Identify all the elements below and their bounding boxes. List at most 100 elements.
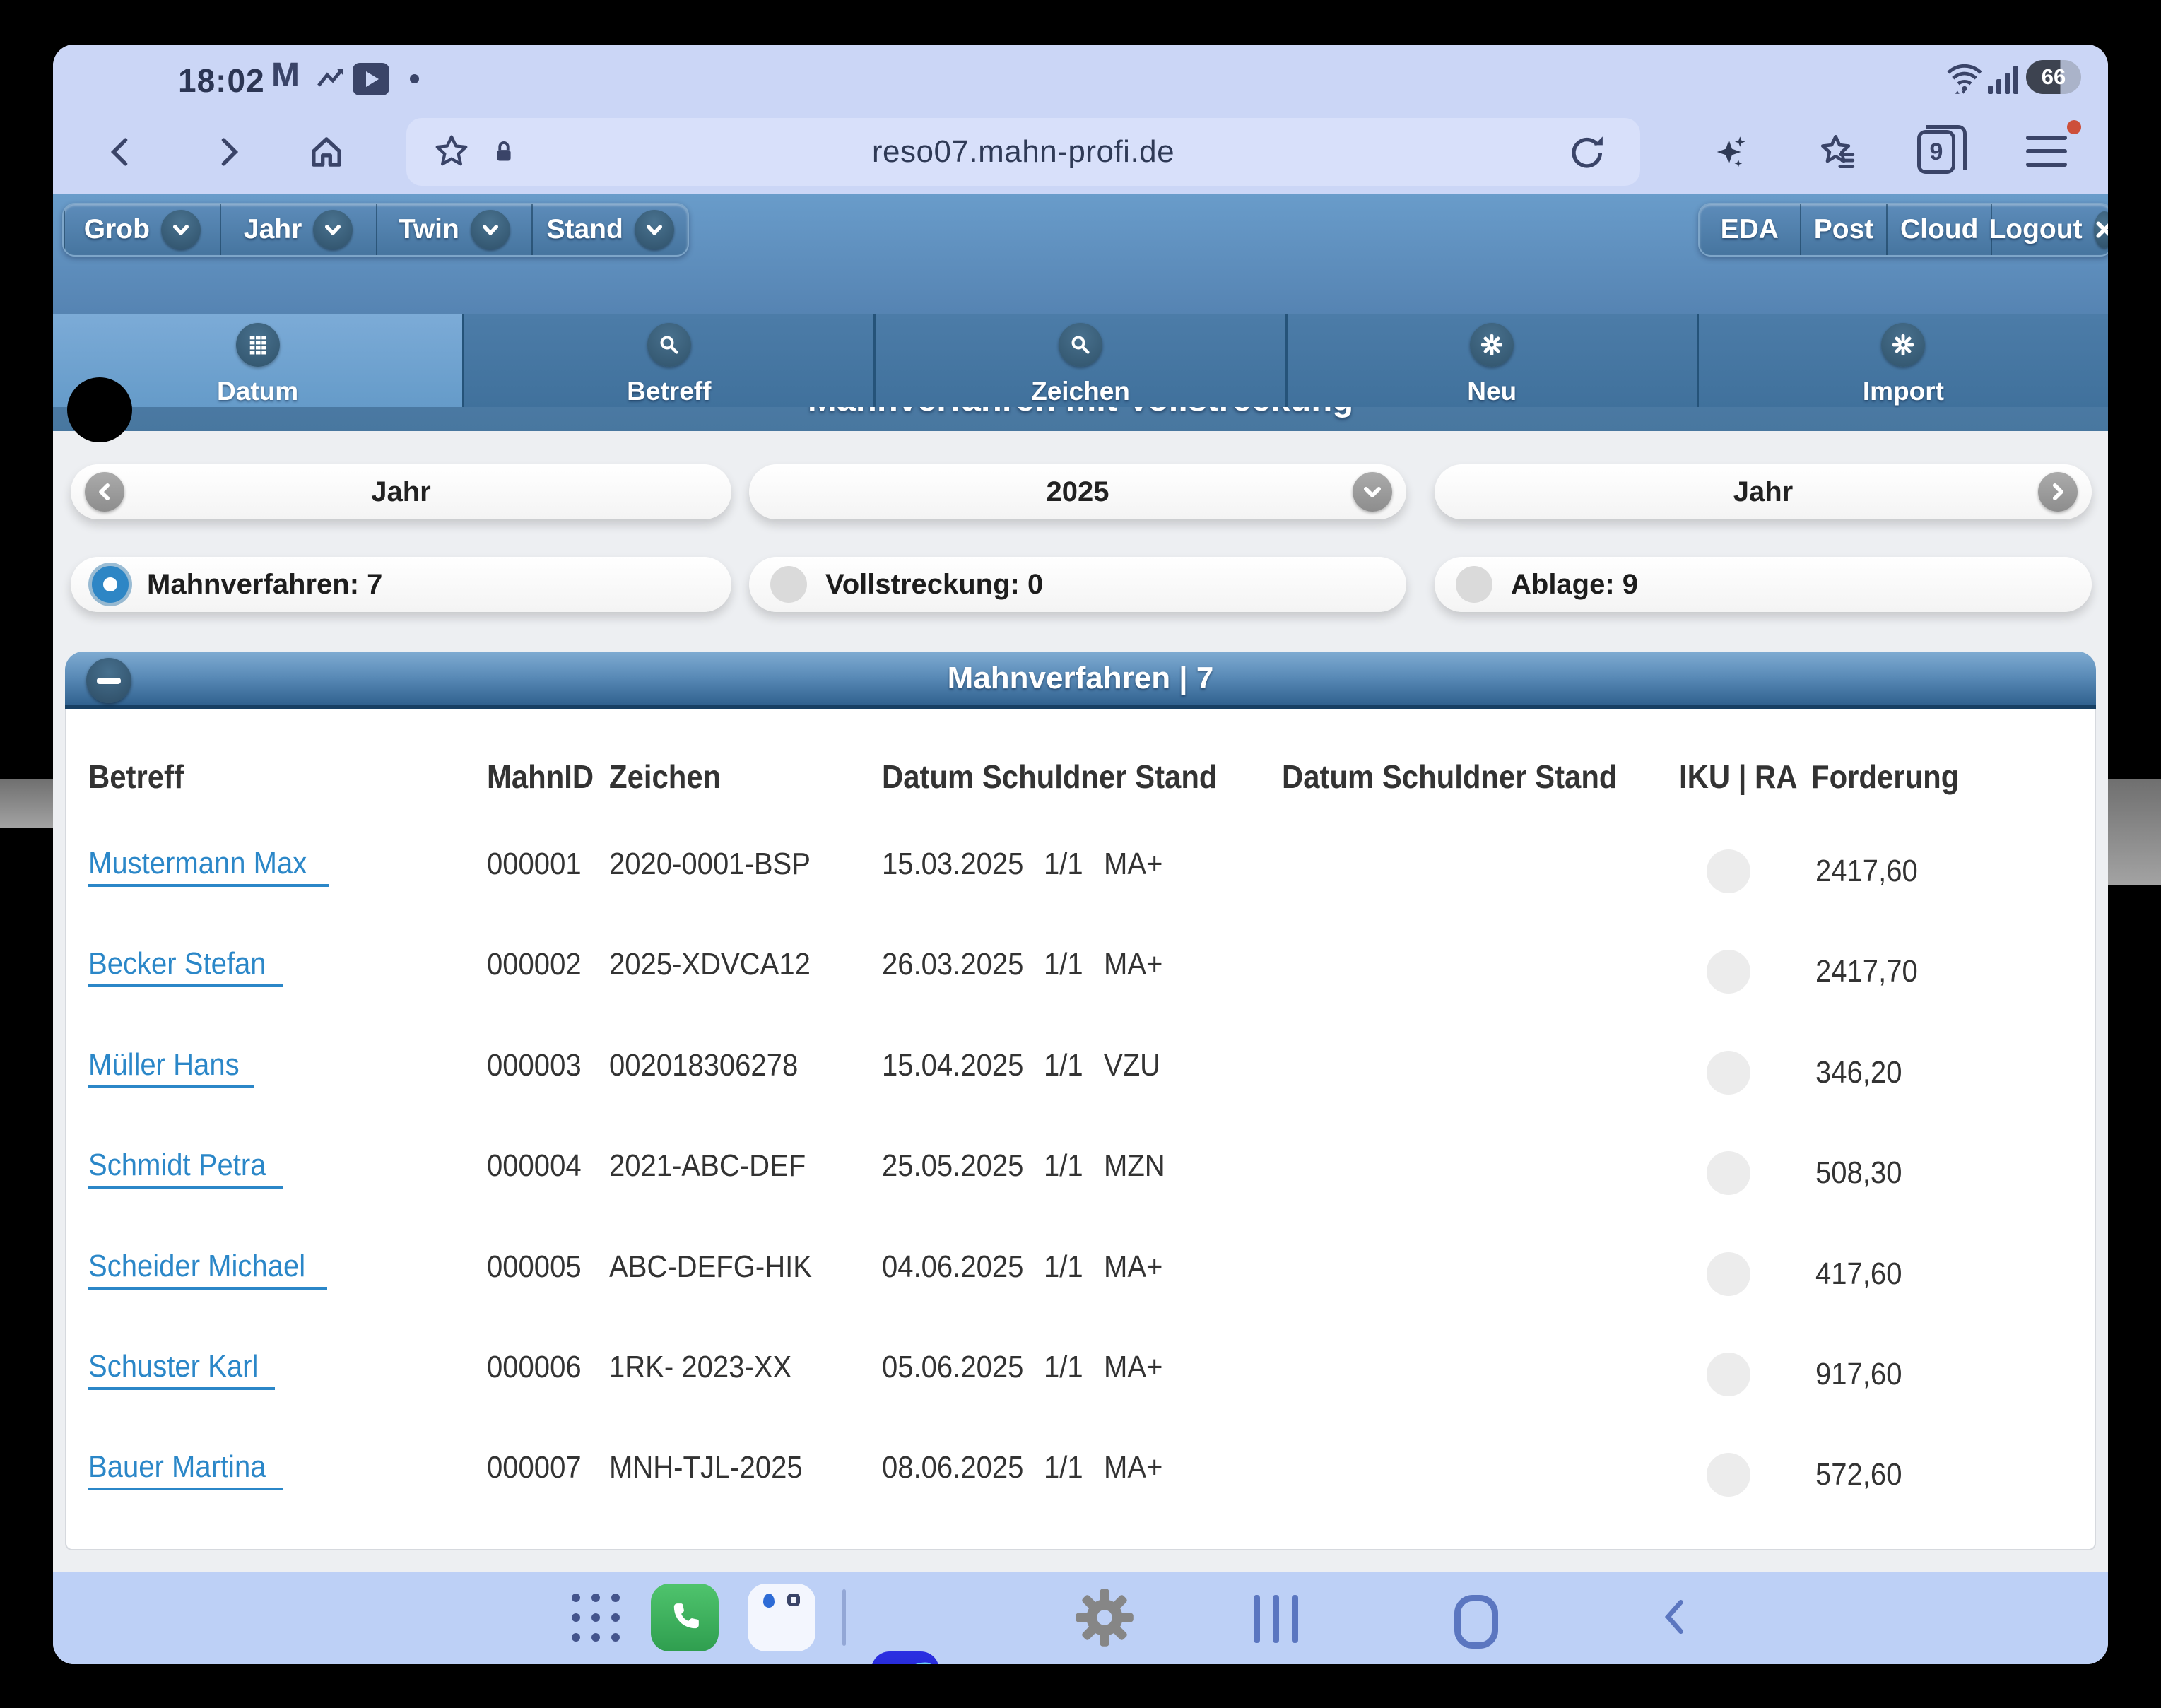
forward-icon[interactable]: [205, 129, 250, 175]
settings-app-icon[interactable]: [1071, 1584, 1138, 1651]
notification-dot-icon: [410, 74, 419, 83]
url-text[interactable]: reso07.mahn-profi.de: [406, 118, 1640, 186]
mahnid-cell: 000006: [487, 1317, 591, 1418]
minus-icon: [97, 678, 121, 684]
back-icon[interactable]: [99, 129, 144, 175]
home-nav-icon[interactable]: [1454, 1595, 1498, 1649]
next-year-pill[interactable]: Jahr: [1435, 464, 2092, 519]
iku-ra-toggle[interactable]: [1707, 1051, 1750, 1095]
betreff-link[interactable]: Becker Stefan: [88, 946, 266, 982]
header-dropdown[interactable]: Grob: [64, 204, 220, 255]
panel-header: Mahnverfahren | 7: [65, 652, 2096, 709]
forderung-cell: 2417,60: [1815, 821, 1928, 921]
phone-app-icon[interactable]: [651, 1584, 719, 1651]
view-filter-pill[interactable]: Mahnverfahren: 7: [71, 557, 731, 612]
schuldner-cell: 1/1: [1044, 914, 1087, 1015]
tab[interactable]: Betreff: [464, 314, 876, 407]
datum-cell: 08.06.2025: [882, 1418, 1037, 1518]
stand-cell: MA+: [1104, 914, 1169, 1015]
betreff-link[interactable]: Scheider Michael: [88, 1248, 305, 1285]
datum-cell: 15.04.2025: [882, 1015, 1037, 1116]
datum-cell: 04.06.2025: [882, 1217, 1037, 1317]
table-row: Schuster Karl 000006 1RK- 2023-XX 05.06.…: [66, 1317, 2095, 1418]
signal-icon: [1988, 66, 2018, 94]
tablet-photo: 18:02 M 66: [0, 0, 2161, 1708]
zeichen-cell: 1RK- 2023-XX: [609, 1317, 810, 1418]
eda-button[interactable]: EDA: [1700, 204, 1800, 255]
forderung-cell: 346,20: [1815, 1023, 1911, 1123]
datum-cell: 15.03.2025: [882, 814, 1037, 914]
view-filter-pill[interactable]: Vollstreckung: 0: [749, 557, 1406, 612]
tabs-icon[interactable]: 9: [1914, 129, 1959, 175]
year-select[interactable]: 2025: [749, 464, 1406, 519]
betreff-link[interactable]: Schmidt Petra: [88, 1147, 266, 1184]
schuldner-cell: 1/1: [1044, 1116, 1087, 1216]
radio-icon[interactable]: [770, 566, 807, 603]
collapse-button[interactable]: [86, 658, 131, 703]
iku-ra-toggle[interactable]: [1707, 950, 1750, 994]
app-drawer-icon[interactable]: [562, 1584, 630, 1651]
table-row: Bauer Martina 000007 MNH-TJL-2025 08.06.…: [66, 1418, 2095, 1518]
zeichen-cell: 002018306278: [609, 1015, 817, 1116]
iku-ra-toggle[interactable]: [1707, 849, 1750, 893]
gmail-icon: M: [271, 56, 300, 95]
view-filter-pill[interactable]: Ablage: 9: [1435, 557, 2092, 612]
column-header: IKU | RA: [1679, 738, 1809, 815]
chevron-right-icon[interactable]: [2038, 472, 2078, 512]
column-header: Datum Schuldner Stand: [1282, 738, 1650, 815]
home-icon[interactable]: [304, 129, 349, 175]
url-bar[interactable]: reso07.mahn-profi.de: [406, 118, 1640, 186]
tab[interactable]: Neu: [1288, 314, 1699, 407]
table-row: Schmidt Petra 000004 2021-ABC-DEF 25.05.…: [66, 1116, 2095, 1216]
post-button[interactable]: Post: [1800, 204, 1887, 255]
browser-app-icon[interactable]: [871, 1651, 939, 1664]
cloud-button[interactable]: Cloud: [1886, 204, 1991, 255]
betreff-link[interactable]: Müller Hans: [88, 1047, 240, 1083]
iku-ra-toggle[interactable]: [1707, 1252, 1750, 1296]
betreff-link[interactable]: Schuster Karl: [88, 1348, 258, 1385]
forderung-cell: 2417,70: [1815, 921, 1928, 1022]
header-dropdown[interactable]: Stand: [531, 204, 688, 255]
menu-icon[interactable]: [2024, 129, 2069, 175]
tab-icon: [1881, 323, 1925, 367]
background-object-right: [2108, 779, 2161, 885]
table-row: Müller Hans 000003 002018306278 15.04.20…: [66, 1015, 2095, 1116]
tab[interactable]: Zeichen: [876, 314, 1287, 407]
dock-divider: [842, 1589, 846, 1646]
header-dropdown[interactable]: Twin: [376, 204, 532, 255]
column-header: Zeichen: [609, 738, 732, 815]
chevron-down-icon[interactable]: [1353, 472, 1392, 512]
sparkles-icon[interactable]: [1708, 129, 1753, 175]
schuldner-cell: 1/1: [1044, 1317, 1087, 1418]
betreff-link[interactable]: Bauer Martina: [88, 1449, 266, 1485]
tablet-screen: 18:02 M 66: [53, 45, 2108, 1664]
forderung-cell: 572,60: [1815, 1425, 1911, 1525]
column-header: Forderung: [1811, 738, 1974, 815]
back-nav-icon[interactable]: [1654, 1595, 1698, 1639]
mini-app-icon[interactable]: [748, 1584, 815, 1651]
betreff-link[interactable]: Mustermann Max: [88, 845, 307, 882]
logout-button[interactable]: Logout: [1991, 204, 2108, 255]
mahnid-cell: 000001: [487, 814, 591, 914]
radio-icon[interactable]: [1456, 566, 1492, 603]
mahnid-cell: 000003: [487, 1015, 591, 1116]
forderung-cell: 417,60: [1815, 1224, 1911, 1324]
header-dropdown[interactable]: Jahr: [220, 204, 376, 255]
chevron-down-icon: [471, 210, 510, 249]
radio-icon[interactable]: [92, 566, 129, 603]
dock-bar: [53, 1572, 2108, 1664]
recents-icon[interactable]: [1247, 1595, 1305, 1643]
tab-bar: Datum: [53, 314, 2108, 407]
refresh-icon[interactable]: [1564, 129, 1609, 175]
iku-ra-toggle[interactable]: [1707, 1453, 1750, 1497]
table-row: Scheider Michael 000005 ABC-DEFG-HIK 04.…: [66, 1217, 2095, 1317]
mahnid-cell: 000007: [487, 1418, 591, 1518]
iku-ra-toggle[interactable]: [1707, 1353, 1750, 1396]
video-play-icon: [353, 63, 389, 95]
column-header: MahnID: [487, 738, 604, 815]
prev-year-pill[interactable]: Jahr: [71, 464, 731, 519]
bookmarks-icon[interactable]: [1815, 129, 1860, 175]
iku-ra-toggle[interactable]: [1707, 1151, 1750, 1195]
schuldner-cell: 1/1: [1044, 1015, 1087, 1116]
tab[interactable]: Import: [1699, 314, 2108, 407]
